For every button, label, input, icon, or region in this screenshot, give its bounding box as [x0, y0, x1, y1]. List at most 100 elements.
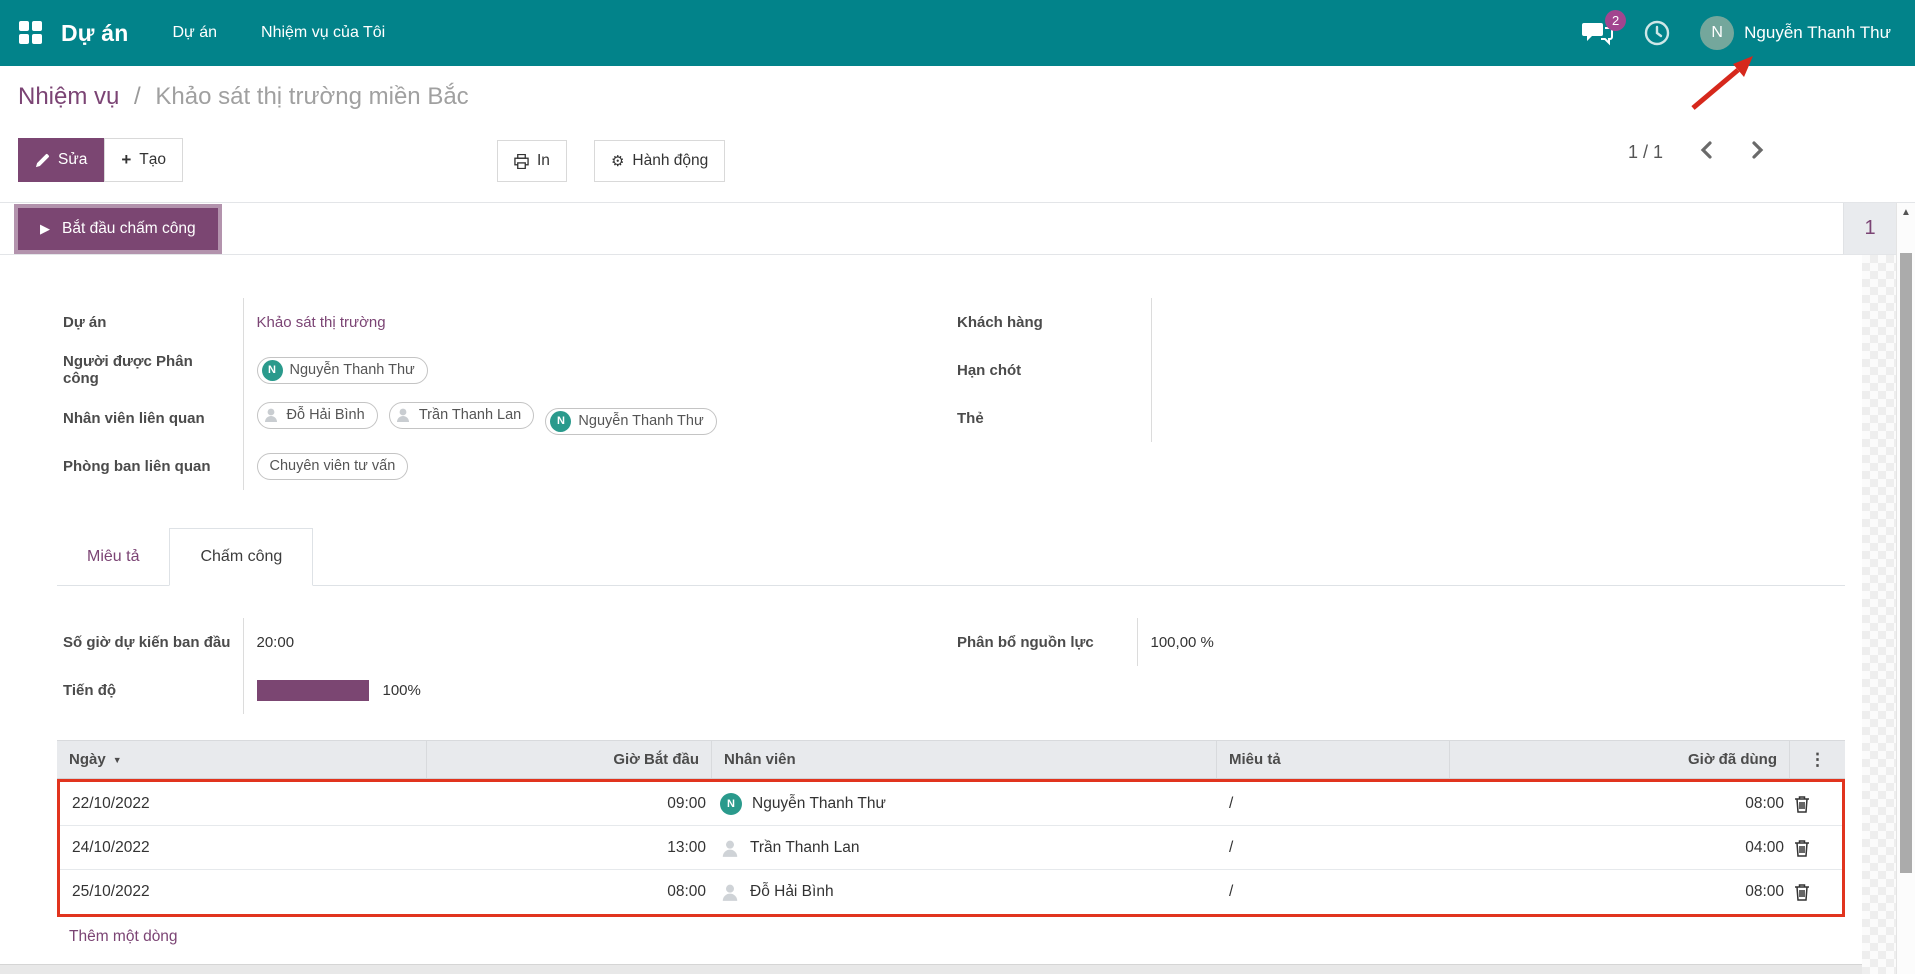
navbar-menu: Dự án Nhiệm vụ của Tôi: [173, 24, 386, 42]
field-related-department-label: Phòng ban liên quan: [57, 442, 244, 490]
plus-icon: +: [121, 150, 132, 169]
bottom-scroll-bar[interactable]: [0, 964, 1862, 974]
employee-avatar: N: [720, 792, 742, 815]
progress-percent-text: 100%: [382, 681, 421, 699]
breadcrumb-parent-link[interactable]: Nhiệm vụ: [18, 83, 119, 110]
employee-avatar: N: [550, 410, 572, 432]
person-icon: [396, 408, 409, 422]
cell-employee[interactable]: Trần Thanh Lan: [712, 826, 1217, 869]
cell-duration[interactable]: 04:00: [1450, 826, 1790, 869]
pager-previous-icon[interactable]: [1699, 140, 1714, 165]
cell-duration[interactable]: 08:00: [1450, 870, 1790, 914]
edit-button-label: Sửa: [58, 151, 88, 168]
field-project: Dự án Khảo sát thị trường: [57, 298, 937, 346]
messages-button[interactable]: 2: [1582, 10, 1627, 47]
field-progress: Tiến độ 100%: [57, 666, 937, 714]
cell-description[interactable]: /: [1217, 826, 1450, 869]
employee-tag: Trần Thanh Lan: [388, 401, 535, 429]
sort-desc-icon: ▼: [112, 754, 122, 765]
field-project-label: Dự án: [57, 298, 244, 346]
apps-grid-icon[interactable]: [19, 21, 43, 45]
create-button[interactable]: + Tạo: [104, 138, 183, 182]
progress-bar: [256, 679, 369, 701]
employee-name: Nguyễn Thanh Thư: [752, 794, 886, 812]
employee-tag: Đỗ Hải Bình: [256, 401, 378, 429]
gear-icon: ⚙: [610, 153, 625, 170]
column-header-duration[interactable]: Giờ đã dùng: [1450, 741, 1790, 778]
breadcrumb-separator: /: [134, 83, 141, 110]
print-button[interactable]: In: [497, 140, 567, 182]
clock-icon: [1644, 20, 1670, 46]
cell-date[interactable]: 22/10/2022: [60, 782, 427, 825]
column-header-start-time[interactable]: Giờ Bắt đầu: [427, 741, 712, 778]
edit-button[interactable]: Sửa: [18, 138, 105, 182]
person-icon: [264, 408, 277, 422]
start-timesheet-label: Bắt đầu chấm công: [62, 220, 196, 237]
field-allocation-label: Phân bổ nguồn lực: [951, 618, 1138, 666]
employee-tag-label: Nguyễn Thanh Thư: [578, 413, 704, 429]
employee-tag-label: Trần Thanh Lan: [418, 407, 522, 423]
action-button[interactable]: ⚙ Hành động: [593, 140, 726, 182]
menu-item-my-tasks[interactable]: Nhiệm vụ của Tôi: [261, 24, 385, 42]
messages-count-badge: 2: [1605, 10, 1627, 31]
cell-description[interactable]: /: [1217, 782, 1450, 825]
cell-description[interactable]: /: [1217, 870, 1450, 914]
column-header-description[interactable]: Miêu tả: [1217, 741, 1450, 778]
field-assignee: Người được Phân công N Nguyễn Thanh Thư: [57, 346, 937, 394]
vertical-scrollbar[interactable]: ▲: [1896, 203, 1915, 974]
field-deadline-value[interactable]: [1151, 346, 1845, 394]
field-planned-hours-value: 20:00: [256, 633, 295, 651]
activities-button[interactable]: [1644, 20, 1670, 46]
timesheet-row[interactable]: 22/10/2022 09:00 N Nguyễn Thanh Thư / 08…: [60, 782, 1842, 826]
field-customer-label: Khách hàng: [951, 298, 1152, 346]
scrollbar-up-icon[interactable]: ▲: [1897, 207, 1915, 218]
user-menu[interactable]: N Nguyễn Thanh Thư: [1700, 16, 1891, 50]
pager-next-icon[interactable]: [1750, 140, 1765, 165]
delete-row-button[interactable]: [1790, 826, 1842, 869]
menu-item-projects[interactable]: Dự án: [173, 24, 218, 42]
app-brand[interactable]: Dự án: [61, 20, 129, 47]
column-options-button[interactable]: ⋮: [1790, 741, 1845, 778]
cell-date[interactable]: 24/10/2022: [60, 826, 427, 869]
cell-start-time[interactable]: 08:00: [427, 870, 712, 914]
cell-date[interactable]: 25/10/2022: [60, 870, 427, 914]
timesheet-group-left: Số giờ dự kiến ban đầu 20:00 Tiến độ 100…: [57, 618, 937, 714]
field-related-employees: Nhân viên liên quan Đỗ Hải Bình Trần Tha…: [57, 394, 937, 442]
user-name: Nguyễn Thanh Thư: [1744, 23, 1891, 42]
print-button-label: In: [537, 152, 550, 169]
cell-start-time[interactable]: 13:00: [427, 826, 712, 869]
assignee-tag-label: Nguyễn Thanh Thư: [289, 362, 415, 378]
field-planned-hours-label: Số giờ dự kiến ban đầu: [57, 618, 244, 666]
field-tags-label: Thẻ: [951, 394, 1152, 442]
column-header-date[interactable]: Ngày ▼: [57, 741, 427, 778]
stat-count-button[interactable]: 1: [1843, 203, 1896, 254]
pager: 1 / 1: [1628, 140, 1765, 165]
create-button-label: Tạo: [139, 151, 166, 168]
field-deadline: Hạn chót: [951, 346, 1845, 394]
timesheet-row[interactable]: 24/10/2022 13:00 Trần Thanh Lan / 04:00: [60, 826, 1842, 870]
record-buttons: Sửa + Tạo: [18, 138, 183, 182]
report-action-buttons: In ⚙ Hành động: [497, 140, 726, 182]
cell-start-time[interactable]: 09:00: [427, 782, 712, 825]
trash-icon: [1795, 839, 1809, 857]
field-tags-value[interactable]: [1151, 394, 1845, 442]
start-timesheet-button[interactable]: ▶ Bắt đầu chấm công: [18, 208, 218, 250]
delete-row-button[interactable]: [1790, 870, 1842, 914]
cell-employee[interactable]: Đỗ Hải Bình: [712, 870, 1217, 914]
field-tags: Thẻ: [951, 394, 1845, 442]
field-customer-value[interactable]: [1151, 298, 1845, 346]
field-related-department: Phòng ban liên quan Chuyên viên tư vấn: [57, 442, 937, 490]
cell-employee[interactable]: N Nguyễn Thanh Thư: [712, 782, 1217, 825]
assignee-tag: N Nguyễn Thanh Thư: [256, 356, 428, 384]
printer-icon: [514, 153, 529, 169]
delete-row-button[interactable]: [1790, 782, 1842, 825]
tab-timesheet[interactable]: Chấm công: [169, 528, 314, 586]
tab-description[interactable]: Miêu tả: [57, 528, 169, 585]
play-icon: ▶: [40, 221, 50, 236]
kebab-icon: ⋮: [1809, 749, 1826, 769]
timesheet-row[interactable]: 25/10/2022 08:00 Đỗ Hải Bình / 08:00: [60, 870, 1842, 914]
column-header-employee[interactable]: Nhân viên: [712, 741, 1217, 778]
cell-duration[interactable]: 08:00: [1450, 782, 1790, 825]
scrollbar-thumb[interactable]: [1900, 253, 1912, 873]
add-line-link[interactable]: Thêm một dòng: [69, 928, 178, 946]
